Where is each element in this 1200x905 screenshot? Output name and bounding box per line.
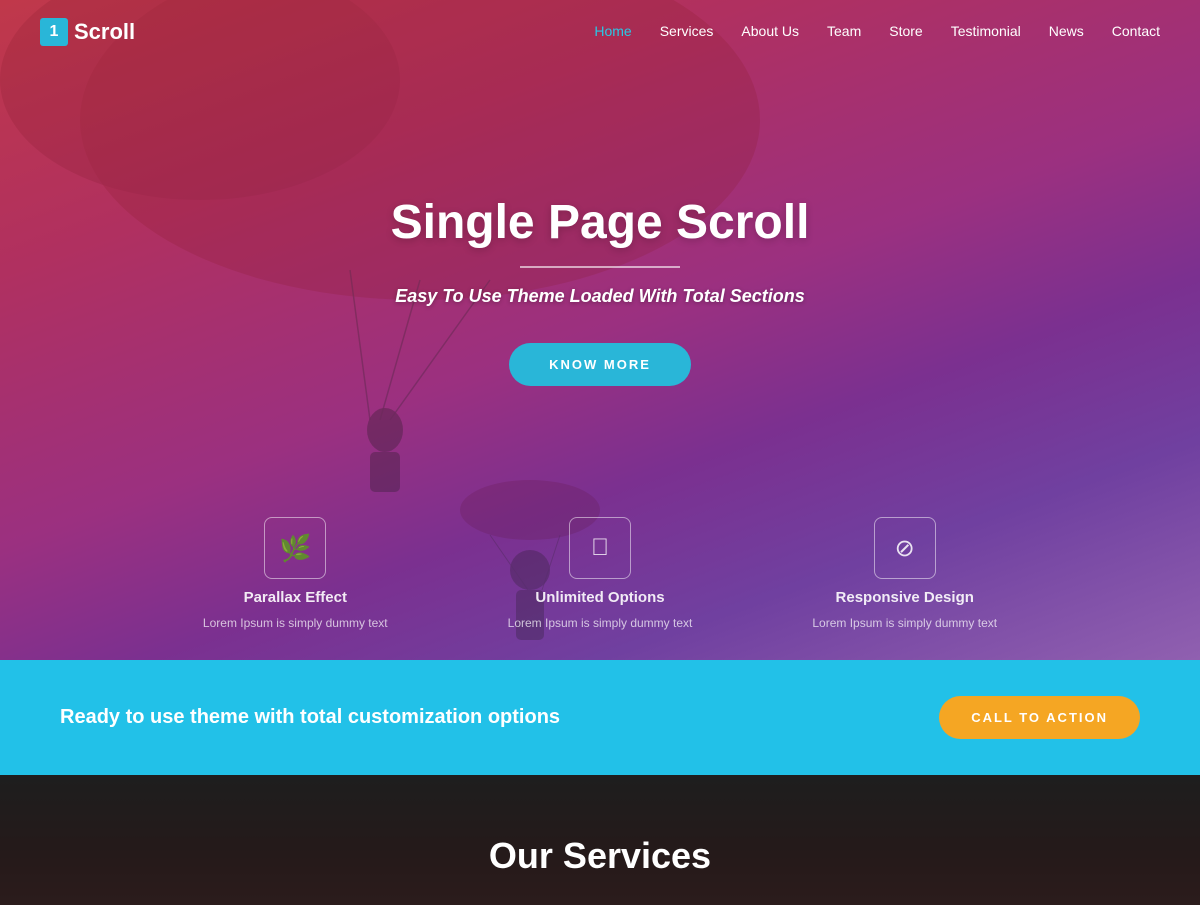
unlimited-desc: Lorem Ipsum is simply dummy text	[508, 616, 693, 630]
know-more-button[interactable]: KNOW MORE	[509, 343, 691, 386]
hero-subtitle: Easy To Use Theme Loaded With Total Sect…	[391, 286, 810, 307]
services-section: Our Services	[0, 775, 1200, 905]
nav-link-home[interactable]: Home	[594, 23, 631, 39]
hero-title: Single Page Scroll	[391, 195, 810, 250]
apple-icon: 	[591, 534, 609, 562]
cta-band: Ready to use theme with total customizat…	[0, 660, 1200, 775]
nav-link-contact[interactable]: Contact	[1112, 23, 1160, 39]
services-title: Our Services	[0, 775, 1200, 877]
hero-divider	[520, 266, 680, 268]
feature-card-responsive: ⊘ Responsive Design Lorem Ipsum is simpl…	[812, 517, 997, 630]
cta-button[interactable]: CALL TO ACTION	[939, 696, 1140, 739]
nav-link-team[interactable]: Team	[827, 23, 861, 39]
features-row: 🌿 Parallax Effect Lorem Ipsum is simply …	[0, 517, 1200, 630]
parallax-icon-box: 🌿	[264, 517, 326, 579]
nav-item-news[interactable]: News	[1049, 23, 1084, 41]
cta-text: Ready to use theme with total customizat…	[60, 706, 560, 729]
nav-link-testimonial[interactable]: Testimonial	[951, 23, 1021, 39]
navbar: 1 Scroll Home Services About Us Team Sto…	[0, 0, 1200, 64]
logo-badge: 1	[40, 18, 68, 46]
nav-link-services[interactable]: Services	[660, 23, 714, 39]
responsive-desc: Lorem Ipsum is simply dummy text	[812, 616, 997, 630]
feature-card-parallax: 🌿 Parallax Effect Lorem Ipsum is simply …	[203, 517, 388, 630]
unlimited-title: Unlimited Options	[535, 589, 664, 606]
nav-item-store[interactable]: Store	[889, 23, 922, 41]
parallax-desc: Lorem Ipsum is simply dummy text	[203, 616, 388, 630]
nav-item-contact[interactable]: Contact	[1112, 23, 1160, 41]
nav-item-about[interactable]: About Us	[741, 23, 799, 41]
logo-text: Scroll	[74, 19, 135, 45]
parallax-title: Parallax Effect	[244, 589, 347, 606]
responsive-icon-box: ⊘	[874, 517, 936, 579]
nav-item-services[interactable]: Services	[660, 23, 714, 41]
nav-link-store[interactable]: Store	[889, 23, 922, 39]
nav-item-home[interactable]: Home	[594, 23, 631, 41]
responsive-title: Responsive Design	[836, 589, 974, 606]
logo[interactable]: 1 Scroll	[40, 18, 135, 46]
hero-section: Single Page Scroll Easy To Use Theme Loa…	[0, 0, 1200, 660]
responsive-icon: ⊘	[895, 534, 915, 563]
feature-card-unlimited:  Unlimited Options Lorem Ipsum is simpl…	[508, 517, 693, 630]
nav-item-testimonial[interactable]: Testimonial	[951, 23, 1021, 41]
nav-link-about[interactable]: About Us	[741, 23, 799, 39]
hero-content: Single Page Scroll Easy To Use Theme Loa…	[371, 195, 830, 386]
nav-links: Home Services About Us Team Store Testim…	[594, 23, 1160, 41]
unlimited-icon-box: 	[569, 517, 631, 579]
nav-item-team[interactable]: Team	[827, 23, 861, 41]
nav-link-news[interactable]: News	[1049, 23, 1084, 39]
leaf-icon: 🌿	[279, 533, 311, 564]
